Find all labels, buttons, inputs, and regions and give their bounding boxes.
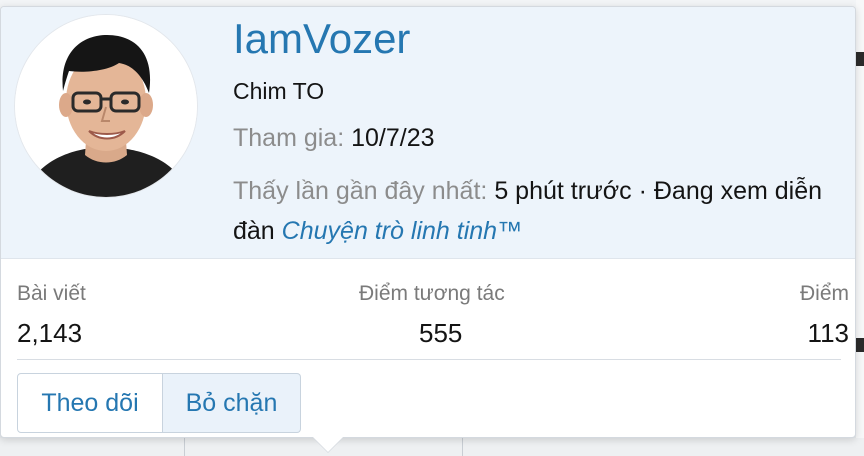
background-page-mark bbox=[856, 52, 864, 66]
joined-info: Tham gia: 10/7/23 bbox=[233, 122, 435, 154]
joined-value: 10/7/23 bbox=[351, 124, 435, 152]
joined-label: Tham gia: bbox=[233, 124, 345, 152]
member-actions: Theo dõi Bỏ chặn bbox=[17, 373, 301, 433]
member-tooltip-header: IamVozer Chim TO Tham gia: 10/7/23 Thấy … bbox=[1, 7, 855, 259]
avatar[interactable] bbox=[15, 15, 197, 197]
last-seen-label: Thấy lần gần đây nhất: bbox=[233, 177, 488, 205]
tooltip-arrow-icon bbox=[312, 436, 344, 452]
reactions-value: 555 bbox=[419, 318, 463, 348]
member-tooltip-card: IamVozer Chim TO Tham gia: 10/7/23 Thấy … bbox=[0, 6, 856, 438]
reactions-label: Điểm tương tác bbox=[359, 282, 505, 305]
last-seen-info: Thấy lần gần đây nhất: 5 phút trước · Đa… bbox=[233, 171, 833, 251]
avatar-photo-icon bbox=[15, 15, 197, 197]
background-page-right-edge bbox=[856, 0, 864, 456]
user-title: Chim TO bbox=[233, 78, 325, 104]
posts-label: Bài viết bbox=[17, 282, 86, 305]
follow-button[interactable]: Theo dõi bbox=[17, 373, 163, 433]
stats-divider bbox=[17, 359, 841, 360]
background-page-mark bbox=[856, 338, 864, 352]
background-column-divider bbox=[462, 438, 463, 456]
background-column-divider bbox=[184, 438, 185, 456]
points-label: Điểm bbox=[799, 282, 849, 305]
username-link[interactable]: IamVozer bbox=[233, 13, 410, 65]
background-page-bottom bbox=[0, 438, 864, 456]
points-value[interactable]: 113 bbox=[808, 317, 849, 349]
member-stats: Bài viết 2,143 Điểm tương tác 555 Điểm 1… bbox=[1, 259, 855, 359]
unblock-button[interactable]: Bỏ chặn bbox=[163, 373, 301, 433]
last-seen-forum-link[interactable]: Chuyện trò linh tinh™ bbox=[282, 217, 522, 245]
posts-value[interactable]: 2,143 bbox=[17, 317, 82, 349]
